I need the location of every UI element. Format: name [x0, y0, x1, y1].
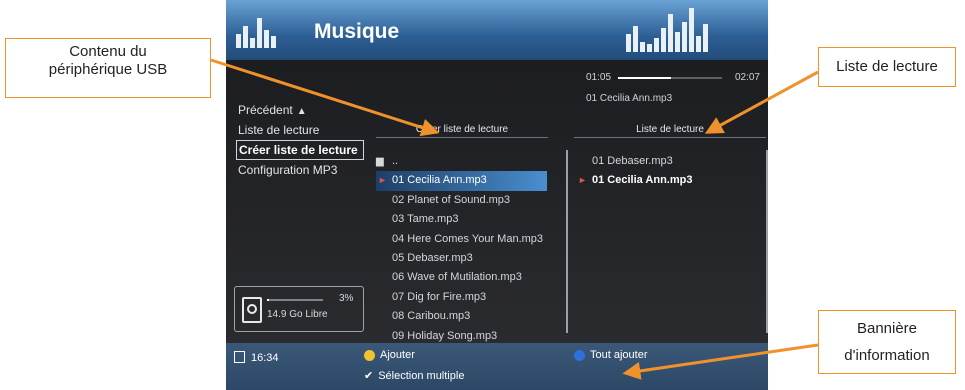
callout-arrows: [210, 58, 819, 380]
arrow-info: [622, 343, 819, 380]
arrow-usb: [210, 58, 440, 137]
arrow-playlist: [704, 70, 819, 134]
